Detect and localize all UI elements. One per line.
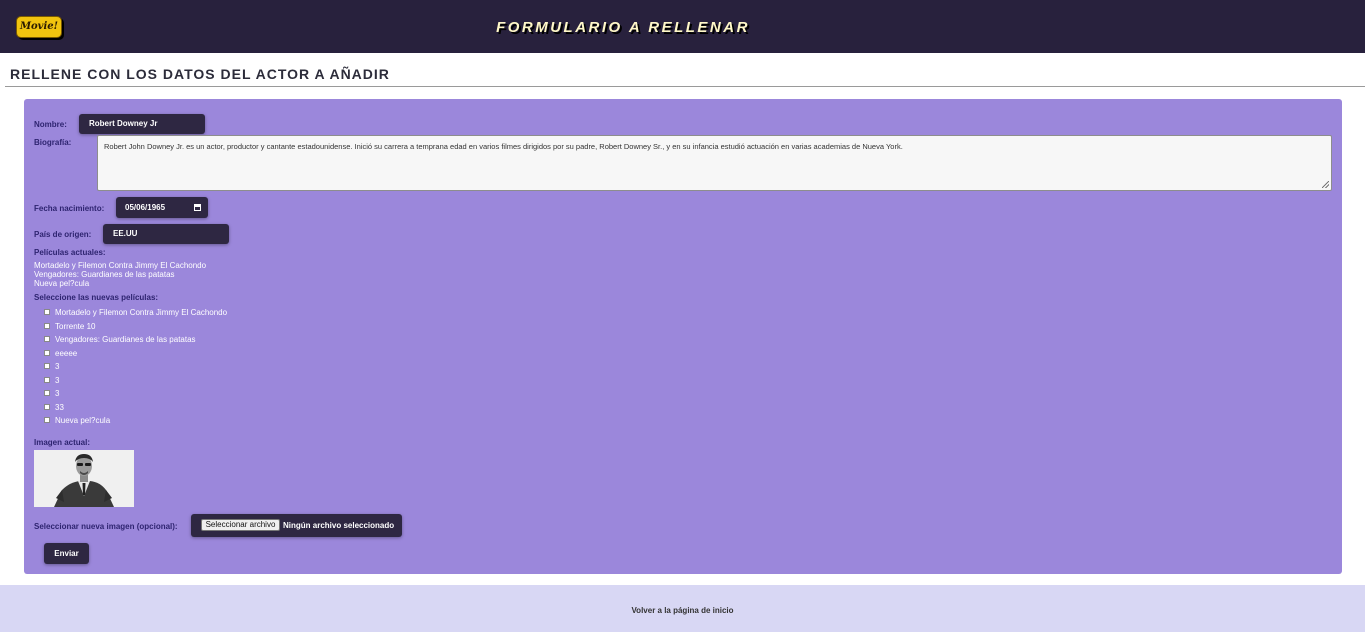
footer: Volver a la página de inicio: [0, 585, 1365, 632]
nueva-imagen-label: Seleccionar nueva imagen (opcional):: [34, 522, 178, 531]
pais-label: País de origen:: [34, 230, 92, 239]
title-divider: [5, 86, 1365, 87]
actor-form: Nombre: Robert Downey Jr Biografía: Robe…: [24, 99, 1342, 574]
actor-portrait-image: [34, 450, 134, 507]
submit-button[interactable]: Enviar: [44, 543, 89, 564]
movie-checkbox[interactable]: [44, 323, 50, 329]
movie-checkbox[interactable]: [44, 404, 50, 410]
fecha-input[interactable]: 05/06/1965: [116, 197, 208, 218]
resize-grip-icon[interactable]: [1322, 181, 1329, 188]
movie-checkbox[interactable]: [44, 309, 50, 315]
select-file-button[interactable]: Seleccionar archivo: [201, 519, 280, 531]
header-title: FORMULARIO A RELLENAR: [496, 19, 750, 36]
movie-checkbox[interactable]: [44, 363, 50, 369]
movie-option-label: Vengadores: Guardianes de las patatas: [55, 335, 196, 344]
movie-checkbox[interactable]: [44, 377, 50, 383]
home-link[interactable]: Volver a la página de inicio: [0, 606, 1365, 615]
movie-option-label: 33: [55, 403, 64, 412]
movie-option-label: Torrente 10: [55, 322, 96, 331]
movie-checkbox[interactable]: [44, 336, 50, 342]
current-movie-item: Nueva pel?cula: [34, 279, 90, 288]
movie-checkbox[interactable]: [44, 390, 50, 396]
page-title: RELLENE CON LOS DATOS DEL ACTOR A AÑADIR: [10, 66, 390, 82]
calendar-icon[interactable]: [194, 204, 201, 211]
actor-photo: [34, 450, 134, 507]
nombre-label: Nombre:: [34, 120, 67, 129]
movie-checkbox[interactable]: [44, 350, 50, 356]
movie-checkbox[interactable]: [44, 417, 50, 423]
current-movie-item: Mortadelo y Filemon Contra Jimmy El Cach…: [34, 261, 207, 270]
nombre-input[interactable]: Robert Downey Jr: [79, 114, 205, 134]
movie-option-label: 3: [55, 362, 60, 371]
file-upload-field[interactable]: Seleccionar archivo Ningún archivo selec…: [191, 514, 402, 537]
biografia-label: Biografía:: [34, 138, 72, 147]
movie-option-label: 3: [55, 389, 60, 398]
movie-option-label: eeeee: [55, 349, 78, 358]
biografia-text: Robert John Downey Jr. es un actor, prod…: [104, 142, 903, 151]
movie-option-label: Mortadelo y Filemon Contra Jimmy El Cach…: [55, 308, 228, 317]
site-header: Movie! FORMULARIO A RELLENAR: [0, 0, 1365, 53]
imagen-actual-label: Imagen actual:: [34, 438, 91, 447]
movie-option-label: 3: [55, 376, 60, 385]
fecha-value: 05/06/1965: [125, 203, 166, 212]
nuevas-peliculas-label: Seleccione las nuevas películas:: [34, 293, 159, 302]
fecha-label: Fecha nacimiento:: [34, 204, 105, 213]
pais-input[interactable]: EE.UU: [103, 224, 229, 244]
biografia-textarea[interactable]: Robert John Downey Jr. es un actor, prod…: [97, 135, 1332, 191]
movie-option-label: Nueva pel?cula: [55, 416, 111, 425]
current-movie-item: Vengadores: Guardianes de las patatas: [34, 270, 175, 279]
file-status-text: Ningún archivo seleccionado: [283, 521, 395, 530]
peliculas-actuales-label: Películas actuales:: [34, 248, 106, 257]
